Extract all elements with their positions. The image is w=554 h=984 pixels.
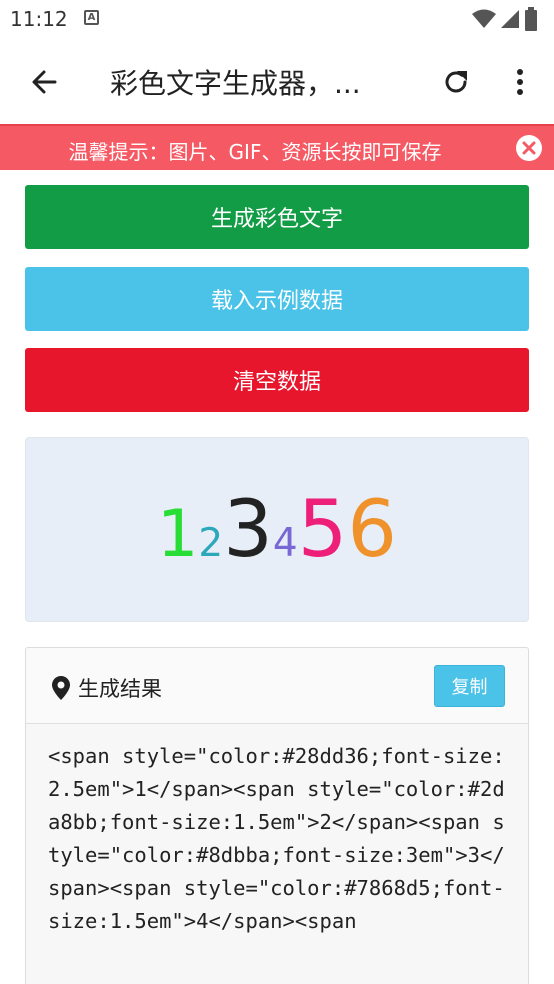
- tip-close-button[interactable]: [516, 135, 542, 161]
- generate-button[interactable]: 生成彩色文字: [25, 185, 529, 249]
- battery-icon: [525, 7, 537, 31]
- result-header: 生成结果 复制: [26, 648, 528, 724]
- back-button[interactable]: [22, 60, 66, 104]
- notification-icon: A: [84, 10, 99, 25]
- copy-button[interactable]: 复制: [434, 665, 505, 707]
- preview-char: 4: [272, 520, 298, 566]
- location-pin-icon: [52, 676, 70, 700]
- preview-char: 1: [157, 496, 199, 572]
- result-card: 生成结果 复制 <span style="color:#28dd36;font-…: [25, 647, 529, 984]
- refresh-button[interactable]: [436, 60, 476, 104]
- preview-char: 2: [198, 520, 224, 566]
- result-title: 生成结果: [78, 677, 162, 701]
- page-title: 彩色文字生成器，...: [110, 67, 361, 100]
- preview-panel: 123456: [25, 437, 529, 622]
- app-bar: 彩色文字生成器，...: [0, 38, 554, 124]
- preview-text: 123456: [157, 491, 397, 569]
- status-icons: [472, 6, 538, 32]
- clear-button[interactable]: 清空数据: [25, 348, 529, 412]
- tip-banner: 温馨提示：图片、GIF、资源长按即可保存: [0, 124, 554, 170]
- more-options-button[interactable]: [500, 60, 540, 104]
- status-time: 11:12: [10, 7, 68, 31]
- signal-icon: [501, 10, 519, 28]
- result-code[interactable]: <span style="color:#28dd36;font-size:2.5…: [48, 740, 508, 938]
- more-vert-icon: [517, 69, 523, 95]
- load-example-button[interactable]: 载入示例数据: [25, 267, 529, 331]
- status-bar: 11:12 A: [0, 0, 554, 38]
- tip-text: 温馨提示：图片、GIF、资源长按即可保存: [68, 140, 442, 164]
- wifi-icon: [472, 9, 496, 28]
- preview-char: 6: [347, 484, 397, 575]
- preview-char: 5: [297, 484, 348, 575]
- close-icon: [522, 141, 536, 155]
- preview-char: 3: [223, 484, 273, 575]
- refresh-icon: [445, 71, 467, 93]
- back-arrow-icon: [32, 70, 57, 94]
